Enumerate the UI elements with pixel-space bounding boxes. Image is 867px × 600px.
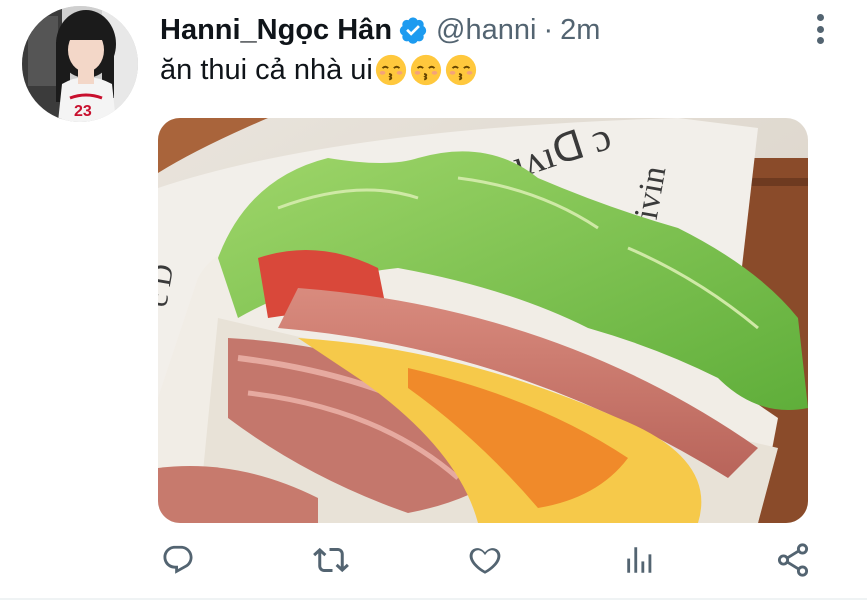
- kissing-face-emoji-icon: [445, 54, 476, 86]
- analytics-icon: [627, 547, 652, 573]
- reply-icon: [163, 545, 193, 574]
- share-button[interactable]: [773, 538, 813, 582]
- tweet-text: ăn thui cả nhà ui: [160, 53, 478, 87]
- timestamp[interactable]: 2m: [560, 14, 600, 47]
- tweet-actions: [0, 538, 867, 584]
- kissing-face-emoji-icon: [410, 54, 441, 86]
- kissing-face-emoji-icon: [375, 54, 406, 86]
- tweet-media-image[interactable]: ıuıʌıᗡ ɔ ɔ Divin c D: [158, 118, 808, 523]
- tweet-header: Hanni_Ngọc Hân @hanni · 2m: [160, 10, 600, 50]
- like-button[interactable]: [465, 538, 505, 582]
- separator: ·: [543, 13, 554, 46]
- svg-text:23: 23: [74, 103, 92, 120]
- user-handle[interactable]: @hanni: [436, 14, 536, 47]
- verified-badge-icon: [399, 17, 427, 44]
- reply-button[interactable]: [158, 538, 198, 582]
- avatar[interactable]: 23: [22, 6, 138, 122]
- heart-icon: [469, 548, 501, 574]
- share-icon: [777, 543, 809, 577]
- tweet-text-content: ăn thui cả nhà ui: [160, 53, 373, 86]
- retweet-button[interactable]: [311, 538, 351, 582]
- display-name[interactable]: Hanni_Ngọc Hân: [160, 14, 392, 47]
- analytics-button[interactable]: [620, 538, 660, 582]
- retweet-icon: [313, 547, 349, 573]
- more-vertical-icon[interactable]: [808, 14, 832, 44]
- tweet: 23 Hanni_Ngọc Hân @hanni · 2m ăn thui cả…: [0, 0, 867, 600]
